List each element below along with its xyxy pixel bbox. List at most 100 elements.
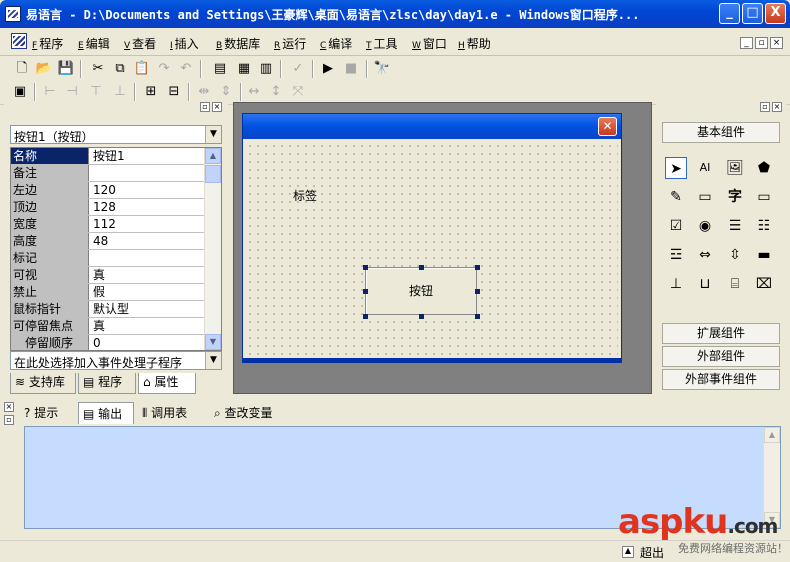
- align-top-icon[interactable]: ⊤: [86, 82, 106, 102]
- treeview-component-icon[interactable]: ☲: [665, 244, 687, 266]
- menu-compile[interactable]: C 编译: [320, 35, 352, 52]
- tab-output[interactable]: ▤ 输出: [78, 402, 134, 424]
- tabs-component-icon[interactable]: ⊔: [694, 273, 716, 295]
- close-button[interactable]: X: [765, 3, 786, 24]
- panel-close-button[interactable]: ×: [772, 102, 782, 112]
- object-selector[interactable]: 按钮1（按钮） ▼: [10, 125, 222, 144]
- menu-tools[interactable]: T 工具: [366, 35, 398, 52]
- resize-handle[interactable]: [363, 265, 368, 270]
- property-row[interactable]: 鼠标指针 默认型: [11, 301, 205, 318]
- design-form-window[interactable]: ✕ 标签 按钮: [242, 113, 622, 363]
- chart-component-icon[interactable]: ▭: [694, 186, 716, 208]
- output-area[interactable]: ▲ ▼: [24, 426, 781, 529]
- run-icon[interactable]: ▶: [318, 59, 338, 79]
- pointer-icon[interactable]: ➤: [665, 157, 687, 179]
- same-size-icon[interactable]: ⤧: [288, 82, 308, 102]
- checkbox-component-icon[interactable]: ☑: [665, 215, 687, 237]
- mdi-close-button[interactable]: ×: [770, 37, 783, 49]
- resize-handle[interactable]: [419, 314, 424, 319]
- property-row[interactable]: 可视真: [11, 267, 205, 284]
- property-row[interactable]: 停留顺序 0: [11, 335, 205, 350]
- mdi-minimize-button[interactable]: _: [740, 37, 753, 49]
- property-row[interactable]: 左边 120: [11, 182, 205, 199]
- tab-watch-variables[interactable]: ⌕ 查改变量: [210, 402, 292, 424]
- tab-call-table[interactable]: ⦀ 调用表: [138, 402, 206, 424]
- scroll-thumb[interactable]: [205, 165, 221, 183]
- external-components-button[interactable]: 外部组件: [662, 346, 780, 367]
- title-bar[interactable]: 易语言 - D:\Documents and Settings\王豪辉\桌面\易…: [0, 0, 790, 28]
- property-row[interactable]: 名称 按钮1: [11, 148, 205, 165]
- panel-pin-button[interactable]: ▫: [200, 102, 210, 112]
- stop-icon[interactable]: ■: [341, 59, 361, 79]
- form-designer[interactable]: ✕ 标签 按钮: [233, 102, 652, 394]
- toolbar-component-icon[interactable]: ⌸: [724, 273, 746, 295]
- same-height-icon[interactable]: ↕: [266, 82, 286, 102]
- grid-icon[interactable]: ▣: [10, 82, 30, 102]
- panel-close-button[interactable]: ×: [4, 402, 14, 412]
- property-row[interactable]: 备注: [11, 165, 205, 182]
- event-selector[interactable]: 在此处选择加入事件处理子程序 ▼: [10, 351, 222, 370]
- scroll-up-icon[interactable]: ▲: [764, 427, 780, 443]
- menu-edit[interactable]: E 编辑: [78, 35, 110, 52]
- scroll-down-icon[interactable]: ▼: [205, 334, 221, 350]
- resize-handle[interactable]: [363, 314, 368, 319]
- menu-database[interactable]: B 数据库: [216, 35, 260, 52]
- check-icon[interactable]: ✓: [288, 59, 308, 79]
- tab-properties[interactable]: ⌂ 属性: [138, 373, 196, 394]
- chevron-down-icon[interactable]: ▼: [205, 352, 221, 369]
- layout-bottom-icon[interactable]: ▥: [256, 59, 276, 79]
- save-icon[interactable]: 💾: [56, 59, 76, 79]
- redo-icon[interactable]: ↷: [154, 59, 174, 79]
- panel-close-button[interactable]: ×: [212, 102, 222, 112]
- menu-run[interactable]: R 运行: [274, 35, 306, 52]
- menu-program[interactable]: F 程序: [32, 35, 63, 52]
- app-icon[interactable]: [5, 6, 21, 22]
- maximize-button[interactable]: □: [742, 3, 763, 24]
- external-event-components-button[interactable]: 外部事件组件: [662, 369, 780, 390]
- find-icon[interactable]: 🔭: [372, 59, 392, 79]
- statusbar-component-icon[interactable]: ⌧: [753, 273, 775, 295]
- resize-handle[interactable]: [363, 289, 368, 294]
- panel-pin-button[interactable]: ▫: [4, 415, 14, 425]
- property-scrollbar[interactable]: ▲ ▼: [204, 148, 221, 350]
- chevron-up-icon[interactable]: ▲: [622, 546, 634, 558]
- undo-icon[interactable]: ↶: [176, 59, 196, 79]
- property-row[interactable]: 禁止假: [11, 284, 205, 301]
- minimize-button[interactable]: _: [719, 3, 740, 24]
- paste-icon[interactable]: 📋: [132, 59, 152, 79]
- basic-components-button[interactable]: 基本组件: [662, 122, 780, 143]
- radio-component-icon[interactable]: ◉: [694, 215, 716, 237]
- document-icon[interactable]: [11, 33, 27, 49]
- label-control[interactable]: 标签: [293, 187, 317, 204]
- scrollbar-component-icon[interactable]: ⇔: [694, 244, 716, 266]
- open-file-icon[interactable]: 📂: [34, 59, 54, 79]
- layout-left-icon[interactable]: ▤: [210, 59, 230, 79]
- center-vertical-icon[interactable]: ⊟: [164, 82, 184, 102]
- editbox-component-icon[interactable]: ▭: [753, 186, 775, 208]
- resize-handle[interactable]: [475, 265, 480, 270]
- menu-window[interactable]: W 窗口: [412, 35, 447, 52]
- property-row[interactable]: 顶边 128: [11, 199, 205, 216]
- extended-components-button[interactable]: 扩展组件: [662, 323, 780, 344]
- space-vertical-icon[interactable]: ⇕: [216, 82, 236, 102]
- tab-library[interactable]: ≋ 支持库: [10, 373, 76, 394]
- image-component-icon[interactable]: 🖼: [724, 157, 746, 179]
- space-horizontal-icon[interactable]: ⇹: [194, 82, 214, 102]
- same-width-icon[interactable]: ↔: [244, 82, 264, 102]
- property-row[interactable]: 宽度 112: [11, 216, 205, 233]
- layout-top-icon[interactable]: ▦: [234, 59, 254, 79]
- align-left-icon[interactable]: ⊢: [40, 82, 60, 102]
- progress-component-icon[interactable]: ▬: [753, 244, 775, 266]
- align-bottom-icon[interactable]: ⊥: [110, 82, 130, 102]
- button-control[interactable]: 按钮: [365, 267, 477, 315]
- resize-handle[interactable]: [475, 314, 480, 319]
- new-file-icon[interactable]: 🗋: [12, 59, 32, 79]
- menu-insert[interactable]: I 插入: [170, 35, 199, 52]
- scroll-down-icon[interactable]: ▼: [764, 512, 780, 528]
- text-component-icon[interactable]: 字: [724, 186, 746, 208]
- property-row[interactable]: 可停留焦点真: [11, 318, 205, 335]
- align-right-icon[interactable]: ⊣: [62, 82, 82, 102]
- form-close-icon[interactable]: ✕: [598, 117, 617, 136]
- resize-handle[interactable]: [419, 265, 424, 270]
- slider-component-icon[interactable]: ⇳: [724, 244, 746, 266]
